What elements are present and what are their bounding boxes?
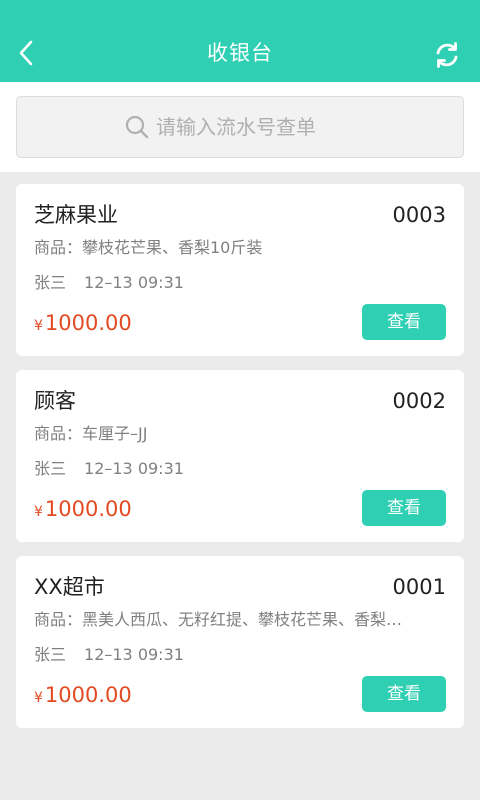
search-input[interactable]: [156, 107, 356, 147]
order-time: 12–13 09:31: [84, 273, 184, 292]
operator-name: 张三: [34, 645, 67, 664]
serial-number: 0002: [392, 389, 446, 413]
view-button[interactable]: 查看: [362, 490, 446, 526]
view-button[interactable]: 查看: [362, 676, 446, 712]
currency-symbol: ¥: [34, 318, 43, 334]
order-amount: ¥1000.00: [34, 680, 132, 713]
order-card[interactable]: 芝麻果业 0003 商品：攀枝花芒果、香梨10斤装 张三 12–13 09:31 …: [16, 184, 464, 356]
order-card[interactable]: 顾客 0002 商品：车厘子–JJ 张三 12–13 09:31 ¥1000.00…: [16, 370, 464, 542]
customer-name: 顾客: [34, 389, 76, 413]
order-card[interactable]: XX超市 0001 商品：黑美人西瓜、无籽红提、攀枝花芒果、香梨… 张三 12–1…: [16, 556, 464, 728]
goods-list: 商品：黑美人西瓜、无籽红提、攀枝花芒果、香梨…: [34, 610, 403, 629]
page-title: 收银台: [207, 41, 273, 65]
search-box[interactable]: [16, 96, 464, 158]
search-icon: [124, 114, 150, 140]
order-amount: ¥1000.00: [34, 494, 132, 527]
search-area: [0, 82, 480, 172]
order-time: 12–13 09:31: [84, 459, 184, 478]
customer-name: 芝麻果业: [34, 203, 118, 227]
view-button[interactable]: 查看: [362, 304, 446, 340]
order-time: 12–13 09:31: [84, 645, 184, 664]
operator-name: 张三: [34, 273, 67, 292]
order-amount: ¥1000.00: [34, 308, 132, 341]
goods-list: 商品：攀枝花芒果、香梨10斤装: [34, 238, 263, 257]
amount-value: 1000.00: [44, 311, 132, 335]
currency-symbol: ¥: [34, 504, 43, 520]
amount-value: 1000.00: [44, 683, 132, 707]
refresh-button[interactable]: [430, 38, 464, 72]
goods-list: 商品：车厘子–JJ: [34, 424, 148, 443]
order-meta: 张三 12–13 09:31: [34, 457, 184, 481]
app-header: 收银台: [0, 0, 480, 82]
order-meta: 张三 12–13 09:31: [34, 271, 184, 295]
serial-number: 0003: [392, 203, 446, 227]
refresh-icon: [436, 42, 458, 68]
amount-value: 1000.00: [44, 497, 132, 521]
currency-symbol: ¥: [34, 690, 43, 706]
order-meta: 张三 12–13 09:31: [34, 643, 184, 667]
operator-name: 张三: [34, 459, 67, 478]
serial-number: 0001: [392, 575, 446, 599]
customer-name: XX超市: [34, 575, 105, 599]
